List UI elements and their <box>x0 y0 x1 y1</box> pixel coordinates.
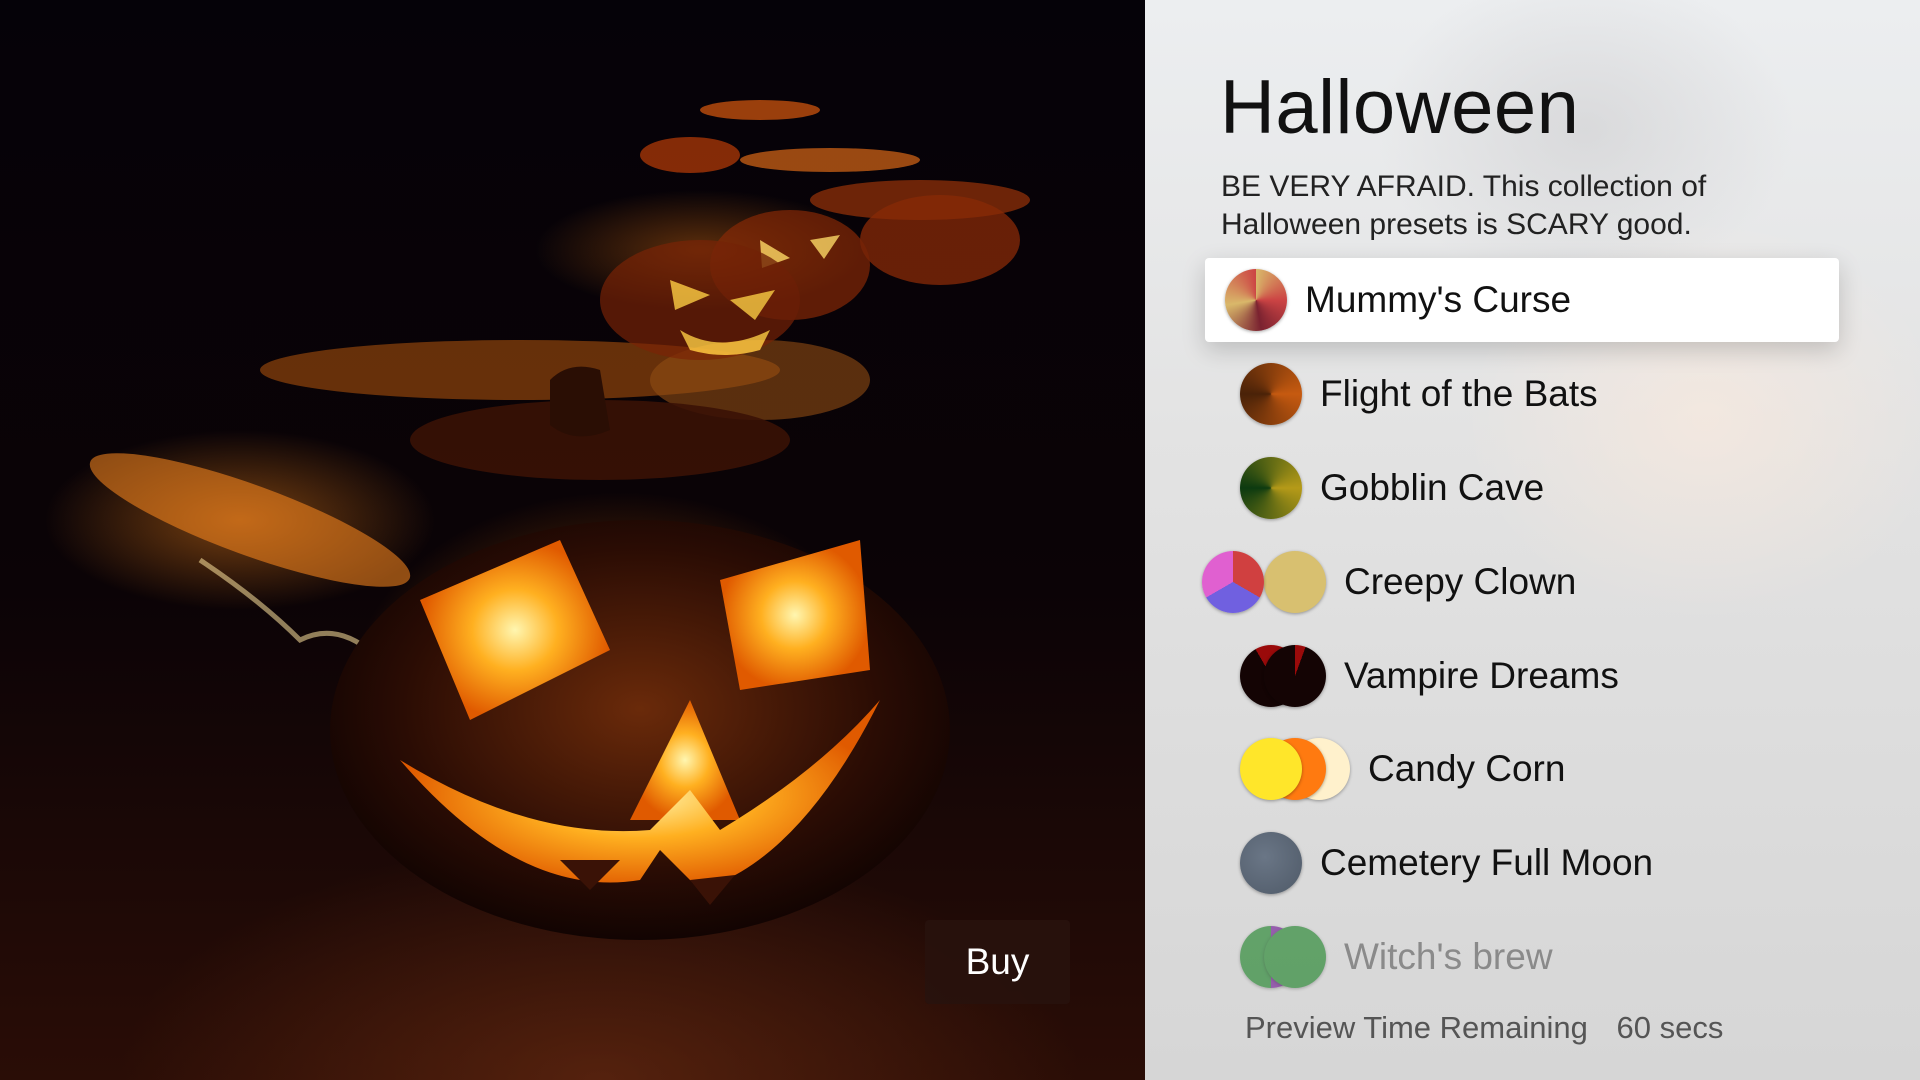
preset-swatch-icon <box>1202 551 1326 613</box>
preset-item[interactable]: Cemetery Full Moon <box>1240 821 1860 905</box>
preview-time-label: Preview Time Remaining <box>1245 1010 1588 1045</box>
preset-item[interactable]: Candy Corn <box>1240 727 1860 811</box>
preset-label: Witch's brew <box>1344 936 1553 977</box>
preset-swatch-icon <box>1240 363 1302 425</box>
preset-label: Cemetery Full Moon <box>1320 842 1654 883</box>
preview-time-row: Preview Time Remaining 60 secs <box>1245 1010 1723 1046</box>
preset-label: Vampire Dreams <box>1344 655 1619 696</box>
preset-swatch-icon <box>1240 832 1302 894</box>
preset-swatch-icon <box>1225 269 1287 331</box>
preset-label: Gobblin Cave <box>1320 467 1545 508</box>
preview-time-value: 60 secs <box>1616 1010 1724 1045</box>
preset-item[interactable]: Witch's brew <box>1240 915 1860 999</box>
preset-item[interactable]: Vampire Dreams <box>1240 634 1860 718</box>
jack-o-lantern-illustration <box>89 100 1030 940</box>
collection-panel: Halloween BE VERY AFRAID. This collectio… <box>1145 0 1920 1080</box>
preset-item[interactable]: Creepy Clown <box>1202 540 1860 624</box>
preset-label: Candy Corn <box>1368 748 1566 789</box>
preset-label: Flight of the Bats <box>1320 373 1598 414</box>
artwork-panel: Buy <box>0 0 1145 1080</box>
preset-swatch-icon <box>1240 457 1302 519</box>
buy-button[interactable]: Buy <box>925 920 1070 1004</box>
page-title: Halloween <box>1220 65 1580 150</box>
collection-description: BE VERY AFRAID. This collection of Hallo… <box>1221 170 1707 241</box>
preset-item[interactable]: Mummy's Curse <box>1205 258 1839 342</box>
preset-item[interactable]: Gobblin Cave <box>1240 446 1860 530</box>
preset-label: Creepy Clown <box>1344 561 1577 602</box>
preset-swatch-icon <box>1240 926 1326 988</box>
preset-label: Mummy's Curse <box>1305 279 1572 320</box>
preset-item[interactable]: Flight of the Bats <box>1240 352 1860 436</box>
preset-swatch-icon <box>1240 645 1326 707</box>
preset-swatch-icon <box>1240 738 1350 800</box>
